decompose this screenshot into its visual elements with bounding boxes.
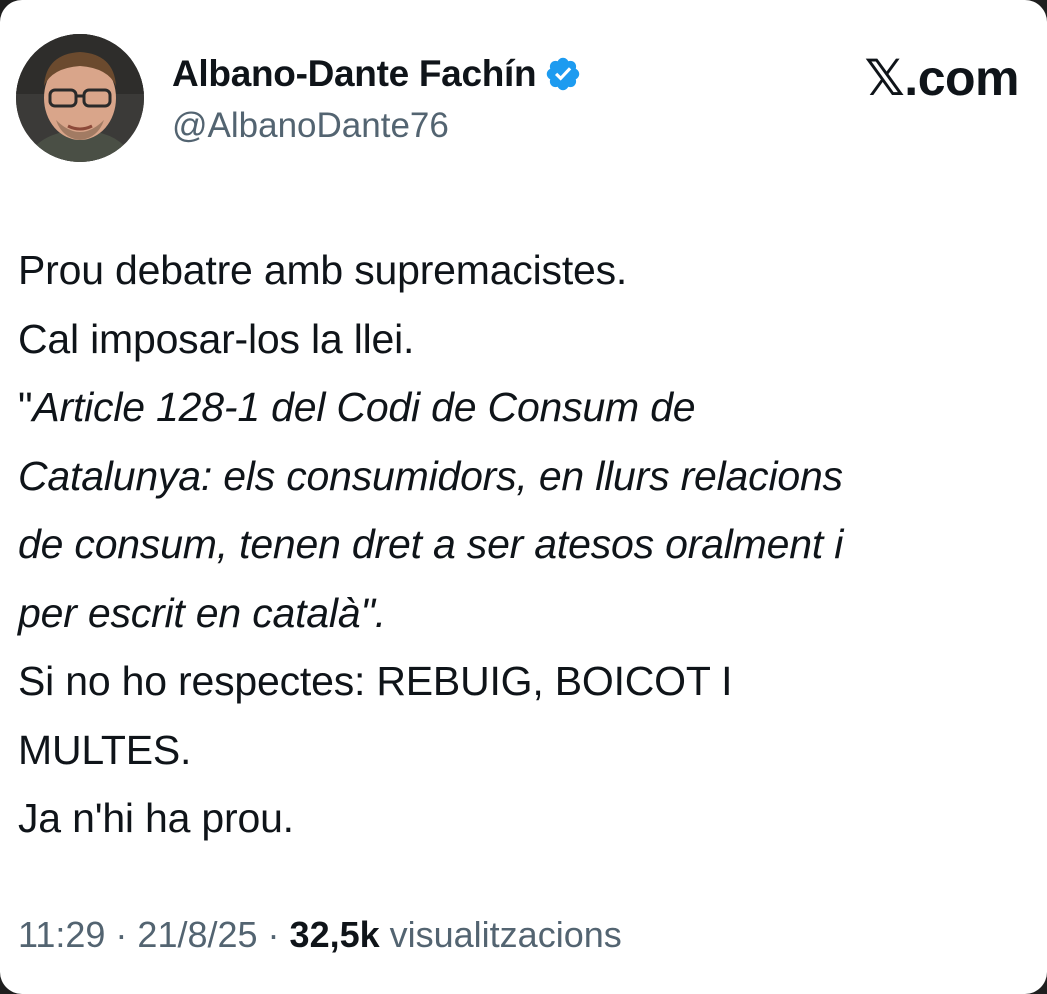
tweet-line: Si no ho respectes: REBUIG, BOICOT I xyxy=(18,658,733,704)
tweet-line: MULTES. xyxy=(18,726,192,773)
tweet-time[interactable]: 11:29 xyxy=(18,914,105,955)
tweet-line: Prou debatre amb supremacistes. xyxy=(18,247,628,293)
x-logo: 𝕏.com xyxy=(864,50,1020,106)
tweet-line: de consum, tenen dret a ser atesos oralm… xyxy=(18,521,844,567)
views-count[interactable]: 32,5k xyxy=(290,914,380,955)
tweet-line: Ja n'hi ha prou. xyxy=(18,795,294,841)
avatar[interactable] xyxy=(16,34,144,162)
author-name-text: Albano-Dante Fachín xyxy=(172,53,537,94)
tweet-text: Prou debatre amb supremacistes. Cal impo… xyxy=(18,236,1038,853)
tweet-date[interactable]: 21/8/25 xyxy=(137,914,257,955)
tweet-meta: 11:29 · 21/8/25 · 32,5k visualitzacions xyxy=(18,910,622,960)
separator: · xyxy=(257,914,290,955)
verified-badge-icon[interactable] xyxy=(544,55,582,93)
tweet-quote-text: Article 128-1 del Codi de Consum de xyxy=(32,384,696,430)
tweet-card: Albano-Dante Fachín @AlbanoDante76 𝕏.com… xyxy=(0,0,1047,994)
quote-mark: " xyxy=(18,384,33,430)
tweet-line: per escrit en català". xyxy=(18,589,386,636)
views-label: visualitzacions xyxy=(379,914,622,955)
tweet-line: Cal imposar-los la llei. xyxy=(18,315,415,362)
separator: · xyxy=(105,914,138,955)
author-handle[interactable]: @AlbanoDante76 xyxy=(172,105,449,147)
author-name[interactable]: Albano-Dante Fachín xyxy=(172,52,582,96)
tweet-line: Catalunya: els consumidors, en llurs rel… xyxy=(18,452,843,499)
tweet-line-quote-start: "Article 128-1 del Codi de Consum de xyxy=(18,373,1038,442)
profile-photo-icon xyxy=(16,34,144,162)
